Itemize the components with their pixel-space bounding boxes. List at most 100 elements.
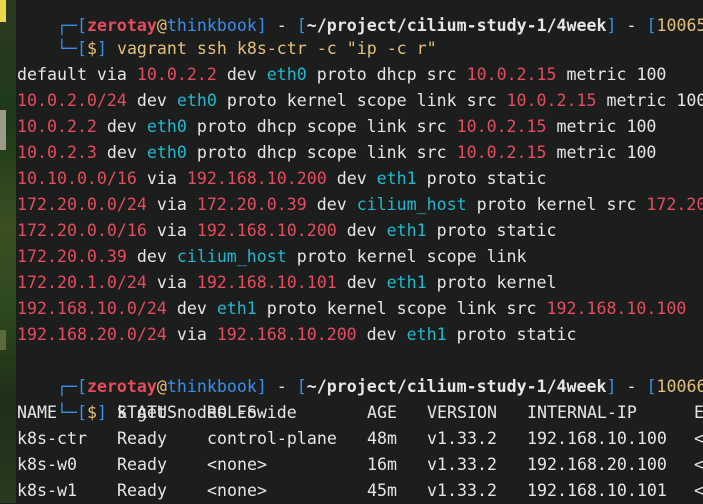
table-cell: 192.168.10.100	[527, 426, 667, 452]
route-text: proto static	[447, 325, 577, 344]
route-line: 10.0.2.0/24 dev eth0 proto kernel scope …	[17, 88, 703, 114]
table-cell: <none>	[207, 478, 267, 504]
device-name: eth0	[147, 117, 187, 136]
prompt-line: ┌─[zerotay@thinkbook] - [~/project/ciliu…	[17, 348, 703, 374]
command-line: └─[$] k get nodes -owide	[17, 374, 297, 400]
ip-address: 10.10.0.0/16	[17, 169, 137, 188]
ip-address: 10.0.2.15	[507, 91, 597, 110]
ip-address: 10.0.2.2	[137, 65, 217, 84]
prompt-pid: 10066	[657, 377, 703, 396]
table-cell: AGE	[367, 400, 397, 426]
background-wallpaper	[0, 0, 16, 503]
ip-address: 10.0.2.15	[457, 143, 547, 162]
table-cell: STATUS	[117, 400, 177, 426]
table-cell: <none>	[207, 452, 267, 478]
route-text: default via	[17, 65, 137, 84]
ip-address: 172.20.0.39	[197, 195, 307, 214]
ip-address: 192.168.10.200	[217, 325, 357, 344]
ip-address: 172.20.0.0/24	[17, 195, 147, 214]
route-line: 10.10.0.0/16 via 192.168.10.200 dev eth1…	[17, 166, 547, 192]
ip-address: 172.20.0.0/16	[17, 221, 147, 240]
route-text: dev	[327, 169, 377, 188]
route-text: proto kernel scope link src	[257, 299, 547, 318]
device-name: eth1	[407, 325, 447, 344]
table-cell: v1.33.2	[427, 478, 497, 504]
table-cell: VERSION	[427, 400, 497, 426]
table-cell: Ready	[117, 426, 167, 452]
ip-address: 10.0.2.15	[457, 117, 547, 136]
route-text: proto kernel src	[467, 195, 647, 214]
prompt-symbol: $	[87, 39, 97, 58]
table-cell: k8s-w0	[17, 452, 77, 478]
route-text: proto dhcp scope link src	[187, 117, 457, 136]
route-text: proto kernel scope link	[287, 247, 527, 266]
command-text: vagrant ssh k8s-ctr -c "ip -c r"	[117, 39, 437, 58]
device-name: eth0	[267, 65, 307, 84]
ip-address: 192.168.10.0/24	[17, 299, 167, 318]
table-cell: <	[694, 426, 703, 452]
table-cell: NAME	[17, 400, 57, 426]
route-text: via	[167, 325, 217, 344]
table-cell: v1.33.2	[427, 426, 497, 452]
route-text: dev	[217, 65, 267, 84]
ip-address: 192.168.20.0/24	[17, 325, 167, 344]
route-line: default via 10.0.2.2 dev eth0 proto dhcp…	[17, 62, 666, 88]
route-text: metric 100	[547, 117, 657, 136]
route-text: dev	[127, 91, 177, 110]
table-row: k8s-w0 Ready <none> 16m v1.33.2 192.168.20.10…	[17, 452, 703, 478]
route-line: 10.0.2.2 dev eth0 proto dhcp scope link …	[17, 114, 656, 140]
table-cell: ROLES	[207, 400, 257, 426]
ip-address: 10.0.2.2	[17, 117, 97, 136]
table-row: k8s-w1Ready<none>45mv1.33.2192.168.10.10…	[17, 478, 703, 504]
device-name: eth1	[217, 299, 257, 318]
route-text: via	[147, 273, 197, 292]
command-line: └─[$] vagrant ssh k8s-ctr -c "ip -c r"	[17, 10, 437, 36]
ip-address: 172.20	[646, 195, 703, 214]
route-text: dev	[357, 325, 407, 344]
route-text: dev	[167, 299, 217, 318]
route-text: metric 100	[596, 91, 703, 110]
table-cell: Ready	[117, 452, 167, 478]
ip-address: 192.168.10.100	[547, 299, 687, 318]
prompt-path: ~/project/cilium-study-1/4week	[307, 377, 607, 396]
table-cell: <	[694, 452, 703, 478]
device-name: eth1	[377, 169, 417, 188]
table-cell: 192.168.10.101	[527, 478, 667, 504]
route-text: metric 100	[547, 143, 657, 162]
route-line: 192.168.20.0/24 via 192.168.10.200 dev e…	[17, 322, 576, 348]
table-cell: v1.33.2	[427, 452, 497, 478]
route-text: dev	[337, 221, 387, 240]
device-name: eth1	[387, 273, 427, 292]
table-row: k8s-ctrReadycontrol-plane48mv1.33.2192.1…	[17, 426, 703, 452]
table-cell: 48m	[367, 426, 397, 452]
route-text: proto kernel scope link src	[217, 91, 507, 110]
ip-address: 192.168.10.200	[187, 169, 327, 188]
route-text: dev	[307, 195, 357, 214]
device-name: eth0	[147, 143, 187, 162]
table-cell: 192.168.20.100	[527, 452, 667, 478]
route-text: dev	[97, 117, 147, 136]
route-line: 192.168.10.0/24 dev eth1 proto kernel sc…	[17, 296, 686, 322]
route-text: proto kernel	[427, 273, 557, 292]
table-cell: <	[694, 478, 703, 504]
prompt-pid: 10065	[657, 16, 703, 35]
terminal[interactable]: ┌─[zerotay@thinkbook] - [~/project/ciliu…	[17, 0, 703, 503]
route-text: via	[147, 195, 197, 214]
route-line: 172.20.1.0/24 via 192.168.10.101 dev eth…	[17, 270, 557, 296]
route-text: proto static	[427, 221, 557, 240]
ip-address: 10.0.2.0/24	[17, 91, 127, 110]
route-text: dev	[127, 247, 177, 266]
table-cell: 45m	[367, 478, 397, 504]
device-name: eth1	[387, 221, 427, 240]
ip-address: 10.0.2.3	[17, 143, 97, 162]
table-cell: 16m	[367, 452, 397, 478]
table-cell: k8s-ctr	[17, 426, 87, 452]
ip-address: 10.0.2.15	[467, 65, 557, 84]
route-text: dev	[337, 273, 387, 292]
table-cell: Ready	[117, 478, 167, 504]
ip-address: 192.168.10.101	[197, 273, 337, 292]
table-cell: INTERNAL-IP	[527, 400, 637, 426]
route-text: proto static	[417, 169, 547, 188]
route-text: via	[147, 221, 197, 240]
route-text: via	[137, 169, 187, 188]
